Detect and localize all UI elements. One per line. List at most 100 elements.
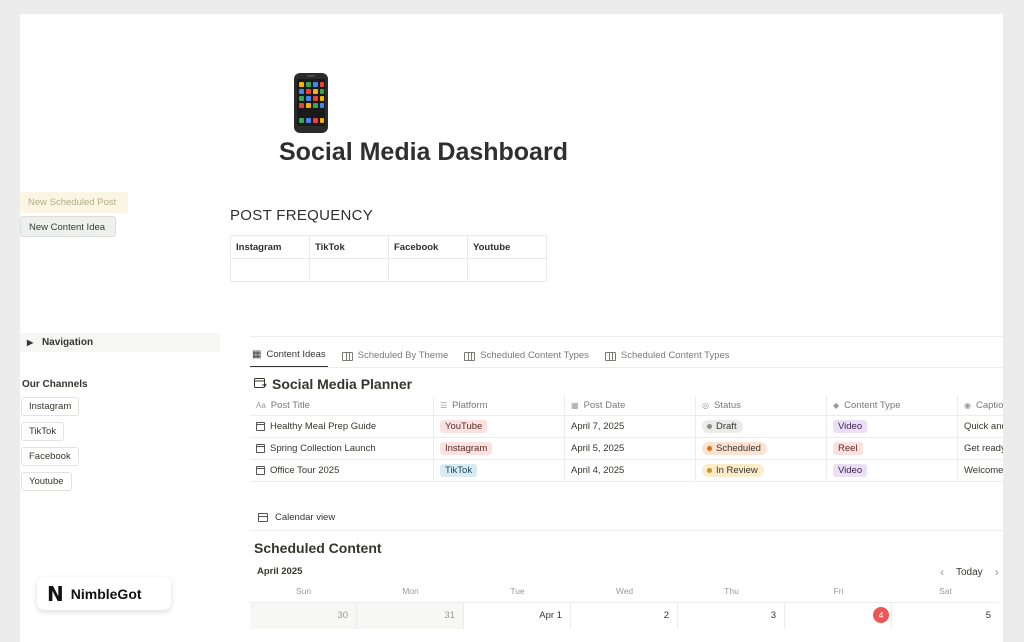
divider: [250, 367, 1003, 368]
type-tag: Reel: [833, 442, 863, 455]
tab-scheduled-by-theme[interactable]: Scheduled By Theme: [340, 344, 451, 368]
pf-cell[interactable]: [230, 258, 310, 282]
status-dot: [707, 446, 712, 451]
col-caption[interactable]: ◉ Captio: [957, 396, 1003, 415]
planner-title[interactable]: Social Media Planner: [254, 376, 412, 392]
cell-caption[interactable]: Get ready: [957, 438, 1003, 459]
day-number: 2: [663, 610, 669, 621]
caption-text: Welcome: [964, 465, 1003, 476]
mobile-phone-icon[interactable]: [292, 72, 330, 134]
table-row[interactable]: Office Tour 2025 TikTok April 4, 2025 In…: [250, 460, 1003, 482]
new-scheduled-post-button[interactable]: New Scheduled Post: [20, 192, 128, 213]
channel-youtube-button[interactable]: Youtube: [21, 472, 72, 491]
status-text: In Review: [716, 465, 758, 476]
scheduled-content-title[interactable]: Scheduled Content: [254, 540, 382, 556]
col-post-date[interactable]: ▦ Post Date: [564, 396, 695, 415]
day-number: 30: [337, 610, 348, 621]
new-content-idea-button[interactable]: New Content Idea: [20, 216, 116, 237]
calendar-day-cell-today[interactable]: 4: [785, 603, 892, 629]
col-platform[interactable]: ☰ Platform: [433, 396, 564, 415]
status-text: Draft: [716, 421, 737, 432]
triangle-right-icon: ▶: [27, 338, 34, 347]
status-dot: [707, 468, 712, 473]
col-content-type[interactable]: ◆ Content Type: [826, 396, 957, 415]
pf-cell[interactable]: [467, 258, 547, 282]
cell-status[interactable]: In Review: [695, 460, 826, 481]
date-text: April 4, 2025: [571, 465, 625, 476]
col-label: Content Type: [844, 400, 901, 411]
calendar-view-label: Calendar view: [275, 512, 336, 523]
cell-type[interactable]: Reel: [826, 438, 957, 459]
page-icon: [256, 466, 265, 475]
cell-date[interactable]: April 7, 2025: [564, 416, 695, 437]
cell-platform[interactable]: YouTube: [433, 416, 564, 437]
calendar-day-cell[interactable]: 31: [357, 603, 464, 629]
nimblegot-watermark: N NimbleGot: [37, 577, 171, 610]
tab-label: Scheduled Content Types: [620, 350, 730, 361]
today-button[interactable]: Today: [956, 567, 983, 578]
divider: [250, 336, 1003, 337]
tab-label: Scheduled By Theme: [357, 350, 449, 361]
col-label: Post Date: [583, 400, 626, 411]
table-row[interactable]: Healthy Meal Prep Guide YouTube April 7,…: [250, 416, 1003, 438]
pf-header-instagram: Instagram: [230, 235, 310, 259]
cell-status[interactable]: Draft: [695, 416, 826, 437]
channel-facebook-button[interactable]: Facebook: [21, 447, 79, 466]
row-title: Healthy Meal Prep Guide: [270, 421, 377, 432]
weekday-label: Wed: [615, 586, 634, 596]
cell-caption[interactable]: Quick and: [957, 416, 1003, 437]
cell-type[interactable]: Video: [826, 460, 957, 481]
tab-scheduled-content-types-2[interactable]: Scheduled Content Types: [603, 344, 732, 368]
weekday-label: Mon: [402, 586, 419, 596]
channel-instagram-button[interactable]: Instagram: [21, 397, 80, 416]
tab-scheduled-content-types[interactable]: Scheduled Content Types: [462, 344, 591, 368]
pf-header-facebook: Facebook: [388, 235, 468, 259]
pf-cell[interactable]: [309, 258, 389, 282]
shapes-icon: ◆: [833, 401, 840, 410]
chevron-left-icon[interactable]: ‹: [940, 565, 944, 579]
page-title: Social Media Dashboard: [279, 138, 568, 166]
row-title: Office Tour 2025: [270, 465, 340, 476]
caption-text: Get ready: [964, 443, 1003, 454]
col-label: Post Title: [270, 400, 310, 411]
weekday-label: Fri: [833, 586, 844, 596]
pf-cell[interactable]: [388, 258, 468, 282]
cell-date[interactable]: April 4, 2025: [564, 460, 695, 481]
cell-caption[interactable]: Welcome: [957, 460, 1003, 481]
weekday-label: Thu: [724, 586, 739, 596]
col-label: Status: [713, 400, 741, 411]
day-number: 5: [985, 610, 991, 621]
calendar-month: April 2025: [257, 566, 303, 577]
calendar-nav: ‹ Today ›: [940, 565, 999, 579]
cell-platform[interactable]: Instagram: [433, 438, 564, 459]
table-row[interactable]: Spring Collection Launch Instagram April…: [250, 438, 1003, 460]
post-frequency-table: Instagram TikTok Facebook Youtube: [230, 235, 547, 282]
calendar-day-cell[interactable]: 5: [892, 603, 999, 629]
cell-title[interactable]: Healthy Meal Prep Guide: [250, 416, 433, 437]
cell-date[interactable]: April 5, 2025: [564, 438, 695, 459]
cell-title[interactable]: Office Tour 2025: [250, 460, 433, 481]
cell-title[interactable]: Spring Collection Launch: [250, 438, 433, 459]
col-status[interactable]: ◎ Status: [695, 396, 826, 415]
calendar-view-tab[interactable]: Calendar view: [258, 512, 335, 523]
calendar-day-cell[interactable]: Apr 1: [464, 603, 571, 629]
platform-tag: YouTube: [440, 420, 488, 433]
navigation-toggle[interactable]: ▶ Navigation: [20, 333, 220, 352]
col-post-title[interactable]: Aa Post Title: [250, 396, 433, 415]
chevron-right-icon[interactable]: ›: [995, 565, 999, 579]
calendar-day-cell[interactable]: 30: [250, 603, 357, 629]
cell-type[interactable]: Video: [826, 416, 957, 437]
calendar-icon: ▦: [571, 401, 579, 410]
date-text: April 7, 2025: [571, 421, 625, 432]
cell-platform[interactable]: TikTok: [433, 460, 564, 481]
status-badge: Draft: [702, 420, 743, 433]
status-badge: Scheduled: [702, 442, 767, 455]
tab-content-ideas[interactable]: ▦ Content Ideas: [250, 344, 328, 368]
tab-label: Content Ideas: [266, 349, 326, 360]
calendar-day-cell[interactable]: 2: [571, 603, 678, 629]
channel-tiktok-button[interactable]: TikTok: [21, 422, 65, 441]
navigation-label: Navigation: [41, 337, 94, 348]
calendar-day-cell[interactable]: 3: [678, 603, 785, 629]
cell-status[interactable]: Scheduled: [695, 438, 826, 459]
channels-heading: Our Channels: [22, 379, 88, 390]
